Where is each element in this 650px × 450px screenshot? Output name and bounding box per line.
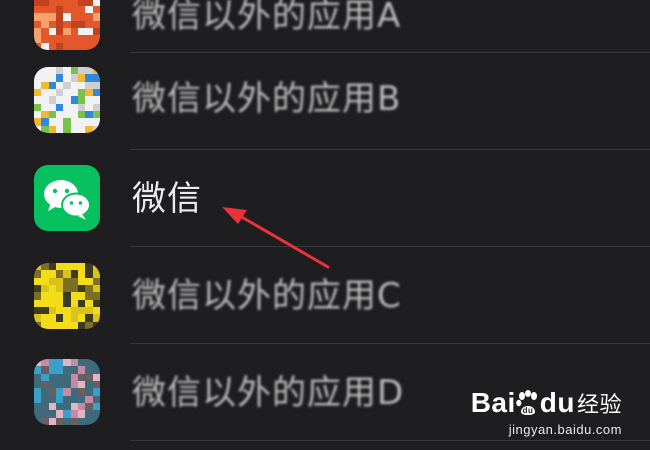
watermark-brand-right: du xyxy=(539,387,575,418)
watermark-brand-cn: 经验 xyxy=(576,393,622,418)
annotation-arrow xyxy=(222,207,330,269)
app-list-screen: 微信以外的应用A 微信以外的应用B 微信 微信以外的应用C 微信以外的应用D B… xyxy=(0,0,650,450)
svg-text:du: du xyxy=(522,406,533,415)
watermark-brand: Bai du du经验 xyxy=(471,388,622,422)
baidu-paw-icon: du xyxy=(515,390,540,422)
watermark-url: jingyan.baidu.com xyxy=(508,422,622,437)
watermark-brand-left: Bai xyxy=(470,387,516,418)
baidu-jingyan-watermark: Bai du du经验 jingyan.baidu.com xyxy=(471,388,622,438)
